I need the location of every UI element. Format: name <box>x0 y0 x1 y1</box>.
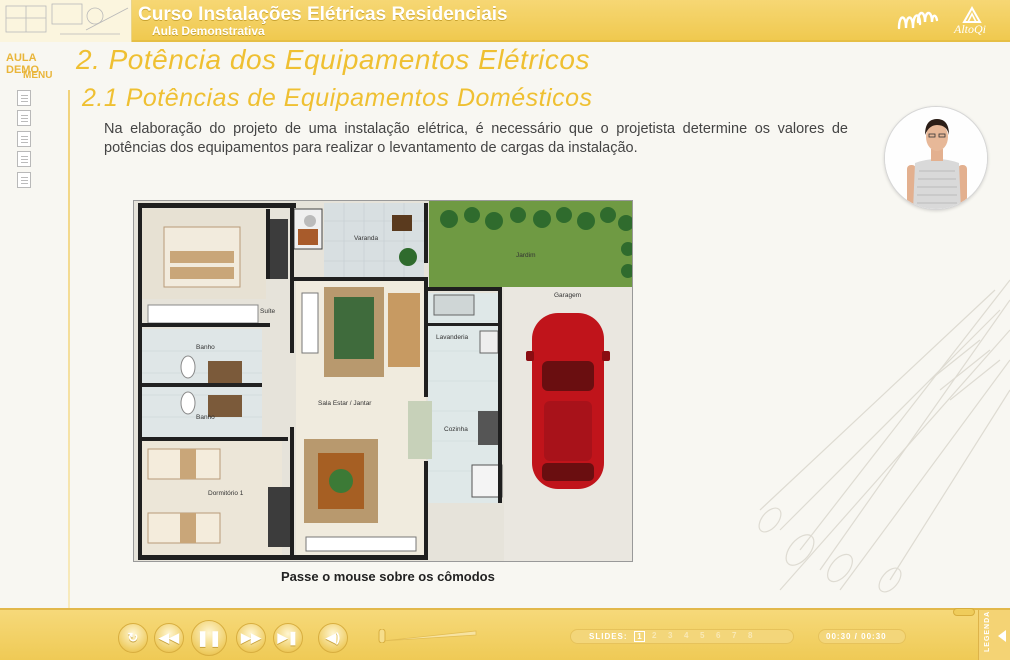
room-label-dormitorio: Dormitório 1 <box>208 490 244 497</box>
rewind-icon: ◀◀ <box>159 630 179 645</box>
pause-icon: ❚❚ <box>196 630 222 647</box>
rewind-button[interactable]: ◀◀ <box>154 623 184 653</box>
room-label-lavanderia: Lavanderia <box>436 334 469 341</box>
room-label-banho-1: Banho <box>196 344 215 351</box>
forward-button[interactable]: ▶▶ <box>236 623 266 653</box>
legenda-label: LEGENDA <box>984 610 991 652</box>
document-icon[interactable] <box>17 90 31 106</box>
room-label-sala: Sala Estar / Jantar <box>318 400 372 407</box>
document-icon[interactable] <box>17 151 31 167</box>
volume-button[interactable]: ◀) <box>318 623 348 653</box>
intro-paragraph: Na elaboração do projeto de uma instalaç… <box>104 121 848 156</box>
sidebar-divider <box>68 90 70 646</box>
speaker-icon: ◀) <box>325 630 341 645</box>
time-text: 00:30 / 00:30 <box>826 632 887 641</box>
floor-plan-caption: Passe o mouse sobre os cômodos <box>281 569 495 584</box>
document-icon[interactable] <box>17 110 31 126</box>
document-icon[interactable] <box>17 131 31 147</box>
slide-link[interactable]: 7 <box>732 631 736 640</box>
replay-button[interactable]: ↻ <box>118 623 148 653</box>
replay-icon: ↻ <box>127 630 139 645</box>
pause-button[interactable]: ❚❚ <box>191 620 227 656</box>
room-label-suite: Suíte <box>260 308 276 315</box>
floor-plan-image[interactable]: Varanda Jardim Garagem Suíte Banho Banho… <box>133 200 633 562</box>
mm-logo-icon <box>897 11 939 30</box>
slide-link[interactable]: 5 <box>700 631 704 640</box>
room-label-varanda: Varanda <box>354 235 378 242</box>
cables-illustration <box>758 279 1010 593</box>
arrow-left-icon[interactable] <box>998 630 1006 642</box>
slides-label: SLIDES: <box>589 632 628 641</box>
slide-link[interactable]: 3 <box>668 631 672 640</box>
room-label-garagem: Garagem <box>554 292 581 299</box>
slide-link[interactable]: 2 <box>652 631 656 640</box>
room-label-jardim: Jardim <box>516 252 536 259</box>
document-icon[interactable] <box>17 172 31 188</box>
header-bar: Curso Instalações Elétricas Residenciais… <box>0 0 1010 42</box>
slide-current[interactable]: 1 <box>634 631 645 642</box>
course-subtitle: Aula Demonstrativa <box>152 24 265 38</box>
presenter-avatar <box>884 106 988 210</box>
subsection-title: 2.1 Potências de Equipamentos Domésticos <box>82 84 593 112</box>
volume-slider[interactable] <box>378 629 478 643</box>
header-blueprint-thumbnail <box>0 0 132 42</box>
room-label-cozinha: Cozinha <box>444 426 468 433</box>
car-illustration <box>526 313 610 489</box>
slide-link[interactable]: 8 <box>748 631 752 640</box>
section-title: 2. Potência dos Equipamentos Elétricos <box>76 44 590 75</box>
slide-link[interactable]: 6 <box>716 631 720 640</box>
sidebar-menu-label[interactable]: MENU <box>23 70 52 81</box>
course-title: Curso Instalações Elétricas Residenciais <box>138 4 508 25</box>
next-button[interactable]: ▶❚ <box>273 623 303 653</box>
bar-drag-handle[interactable] <box>953 608 975 616</box>
skip-next-icon: ▶❚ <box>277 630 299 645</box>
fast-forward-icon: ▶▶ <box>241 630 261 645</box>
room-label-banho-2: Banho <box>196 414 215 421</box>
app-window: Curso Instalações Elétricas Residenciais… <box>0 0 1010 660</box>
slide-link[interactable]: 4 <box>684 631 688 640</box>
sidebar: AULA DEMO MENU <box>0 42 72 646</box>
altoqi-logo-text: AltoQi <box>954 22 986 36</box>
volume-slider-knob <box>378 629 386 643</box>
